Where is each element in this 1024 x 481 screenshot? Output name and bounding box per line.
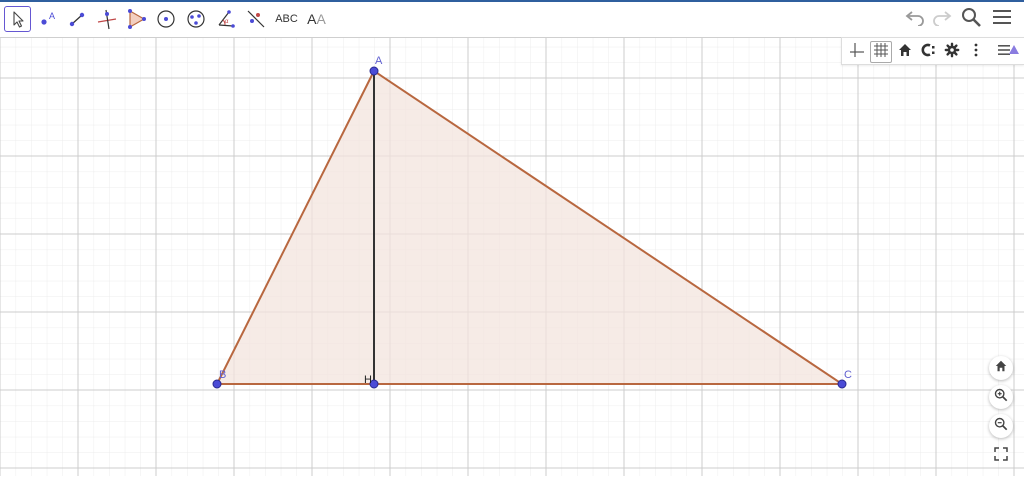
standard-view-button[interactable] (894, 41, 916, 63)
circle-three-points-tool[interactable] (182, 6, 209, 32)
circle-three-points-tool-icon (185, 8, 207, 30)
point-tool-label: A (49, 11, 55, 21)
menu-icon (991, 8, 1013, 31)
style-text-tool[interactable]: AA (303, 6, 330, 32)
search-button[interactable] (958, 6, 984, 33)
point-b[interactable] (212, 379, 222, 389)
toolbar: A α ABC AA (0, 0, 1024, 38)
graphics-view[interactable]: A B C H (0, 38, 1024, 476)
redo-button[interactable] (929, 8, 955, 30)
move-tool-icon (10, 10, 26, 28)
home-view-icon (994, 359, 1008, 378)
main-menu-button[interactable] (989, 8, 1015, 30)
graphics-style-bar (841, 37, 1024, 65)
style-text-tool-label: AA (307, 11, 326, 27)
home-view-button[interactable] (989, 356, 1013, 380)
label-a: A (375, 55, 383, 67)
perpendicular-line-tool-icon (96, 8, 118, 30)
reflect-tool-icon (245, 8, 267, 30)
label-b: B (219, 369, 226, 381)
angle-tool[interactable]: α (212, 6, 239, 32)
zoom-out-icon (994, 417, 1008, 436)
zoom-out-button[interactable] (989, 414, 1013, 438)
text-tool[interactable]: ABC (273, 6, 300, 32)
move-tool[interactable] (4, 6, 31, 32)
label-c: C (844, 369, 852, 381)
more-button[interactable] (965, 41, 987, 63)
fullscreen-button[interactable] (989, 444, 1013, 468)
undo-icon (904, 8, 926, 31)
polygon-tool[interactable] (122, 6, 149, 32)
gear-icon (944, 42, 960, 63)
grid-toggle-button[interactable] (870, 41, 892, 63)
circle-center-point-tool[interactable] (152, 6, 179, 32)
circle-center-point-tool-icon (155, 8, 177, 30)
grid-toggle-icon (872, 41, 890, 64)
point-tool-icon: A (37, 9, 59, 29)
zoom-in-button[interactable] (989, 385, 1013, 409)
perpendicular-line-tool[interactable] (93, 6, 120, 32)
label-h: H (364, 374, 372, 386)
search-icon (960, 6, 982, 33)
point-capturing-icon (920, 42, 938, 63)
polygon-tool-icon (125, 8, 147, 30)
zoom-in-icon (994, 388, 1008, 407)
angle-tool-icon: α (215, 8, 237, 30)
style-bar-toggle-button[interactable] (997, 41, 1019, 63)
point-capturing-button[interactable] (918, 41, 940, 63)
graphics-svg[interactable]: A B C H (0, 38, 1024, 476)
axes-toggle-button[interactable] (846, 41, 868, 63)
axes-toggle-icon (848, 41, 866, 64)
settings-button[interactable] (941, 41, 963, 63)
undo-button[interactable] (902, 8, 928, 30)
redo-icon (931, 8, 953, 31)
home-icon (897, 42, 913, 63)
more-icon (973, 42, 979, 63)
point-tool[interactable]: A (34, 6, 61, 32)
segment-tool[interactable] (63, 6, 90, 32)
segment-tool-icon (67, 9, 87, 29)
fullscreen-icon (994, 446, 1008, 466)
point-c[interactable] (837, 379, 847, 389)
svg-text:α: α (225, 19, 229, 25)
reflect-tool[interactable] (242, 6, 269, 32)
style-bar-toggle-icon (996, 41, 1020, 64)
point-a[interactable] (369, 66, 379, 76)
